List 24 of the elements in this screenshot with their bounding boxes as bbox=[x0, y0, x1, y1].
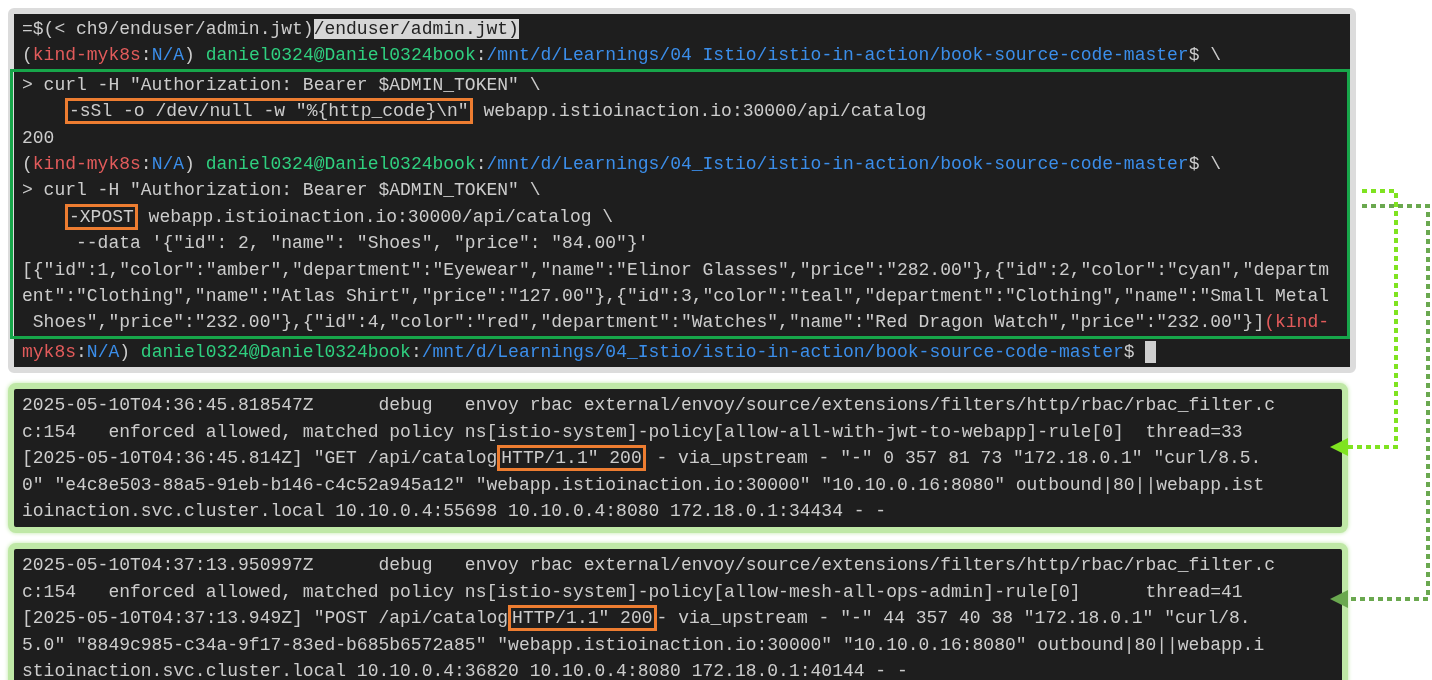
terminal-line: > curl -H "Authorization: Bearer $ADMIN_TOKEN" \ bbox=[21, 179, 542, 203]
terminal-line: stioinaction.svc.cluster.local 10.10.0.4:36820 10.10.0.4:8080 172.18.0.1:40144 - - bbox=[21, 659, 909, 680]
terminal-line: =$(< ch9/enduser/admin.jwt)/enduser/admin.jwt) bbox=[21, 18, 520, 41]
terminal-line: (kind-myk8s:N/A) daniel0324@Daniel0324book:/mnt/d/Learnings/04 Istio/istio-in-action/book-source-code-master$ \ bbox=[21, 44, 1223, 68]
terminal-line: -XPOST webapp.istioinaction.io:30000/api/catalog \ bbox=[14, 203, 1347, 231]
terminal-line: 2025-05-10T04:37:13.950997Z debug envoy rbac external/envoy/source/extensions/filters/http/rbac/rbac_filter.c bbox=[21, 554, 1276, 578]
terminal-line: 5.0" "8849c985-c34a-9f17-83ed-b685b6572a85" "webapp.istioinaction.io:30000" "10.10.0.16:8080" outbound|80||webapp.i bbox=[21, 633, 1266, 657]
terminal-line: > curl -H "Authorization: Bearer $ADMIN_TOKEN" \ bbox=[21, 73, 542, 97]
terminal-line: -sSl -o /dev/null -w "%{http_code}\n" webapp.istioinaction.io:30000/api/catalog bbox=[14, 98, 1347, 125]
terminal-line: [2025-05-10T04:37:13.949Z] "POST /api/catalog HTTP/1.1" 200 - via_upstream - "-" 44 357 40 38 "172.18.0.1" "curl/8. bbox=[14, 605, 1342, 632]
terminal-line: ioinaction.svc.cluster.local 10.10.0.4:55698 10.10.0.4:8080 172.18.0.1:34434 - - bbox=[21, 499, 888, 523]
terminal-line: c:154 enforced allowed, matched policy ns[istio-system]-policy[allow-all-with-jwt-to-webapp]-rule[0] thread=33 bbox=[21, 420, 1244, 444]
terminal-line: myk8s:N/A) daniel0324@Daniel0324book:/mnt/d/Learnings/04_Istio/istio-in-action/book-source-code-master$ bbox=[14, 338, 1350, 366]
terminal-line: --data '{"id": 2, "name": "Shoes", "price": "84.00"}' bbox=[75, 232, 650, 256]
terminal-line: Shoes","price":"232.00"},{"id":4,"color":"red","department":"Watches","name":"Red Dragon Watch","price":"232.00"}](kind- bbox=[31, 311, 1330, 335]
text-cursor bbox=[1145, 341, 1157, 364]
terminal-line: 200 bbox=[21, 126, 56, 150]
terminal-line: 2025-05-10T04:36:45.818547Z debug envoy rbac external/envoy/source/extensions/filters/http/rbac/rbac_filter.c bbox=[21, 394, 1276, 418]
terminal-line: [{"id":1,"color":"amber","department":"Eyewear","name":"Elinor Glasses","price":"282.00"},{"id":2,"color":"cyan","departm bbox=[21, 258, 1330, 282]
terminal-line: 0" "e4c8e503-88a5-91eb-b146-c4c52a945a12" "webapp.istioinaction.io:30000" "10.10.0.16:8080" outbound|80||webapp.ist bbox=[21, 473, 1266, 497]
terminal-line: [2025-05-10T04:36:45.814Z] "GET /api/catalog HTTP/1.1" 200 - via_upstream - "-" 0 357 81 73 "172.18.0.1" "curl/8.5. bbox=[14, 445, 1342, 472]
terminal-line: ent":"Clothing","name":"Atlas Shirt","price":"127.00"},{"id":3,"color":"teal","department":"Clothing","name":"Small Metal bbox=[21, 285, 1330, 309]
terminal-line: c:154 enforced allowed, matched policy ns[istio-system]-policy[allow-mesh-all-ops-admin]-rule[0] thread=41 bbox=[21, 580, 1244, 604]
terminal-line: (kind-myk8s:N/A) daniel0324@Daniel0324book:/mnt/d/Learnings/04_Istio/istio-in-action/book-source-code-master$ \ bbox=[21, 153, 1223, 177]
